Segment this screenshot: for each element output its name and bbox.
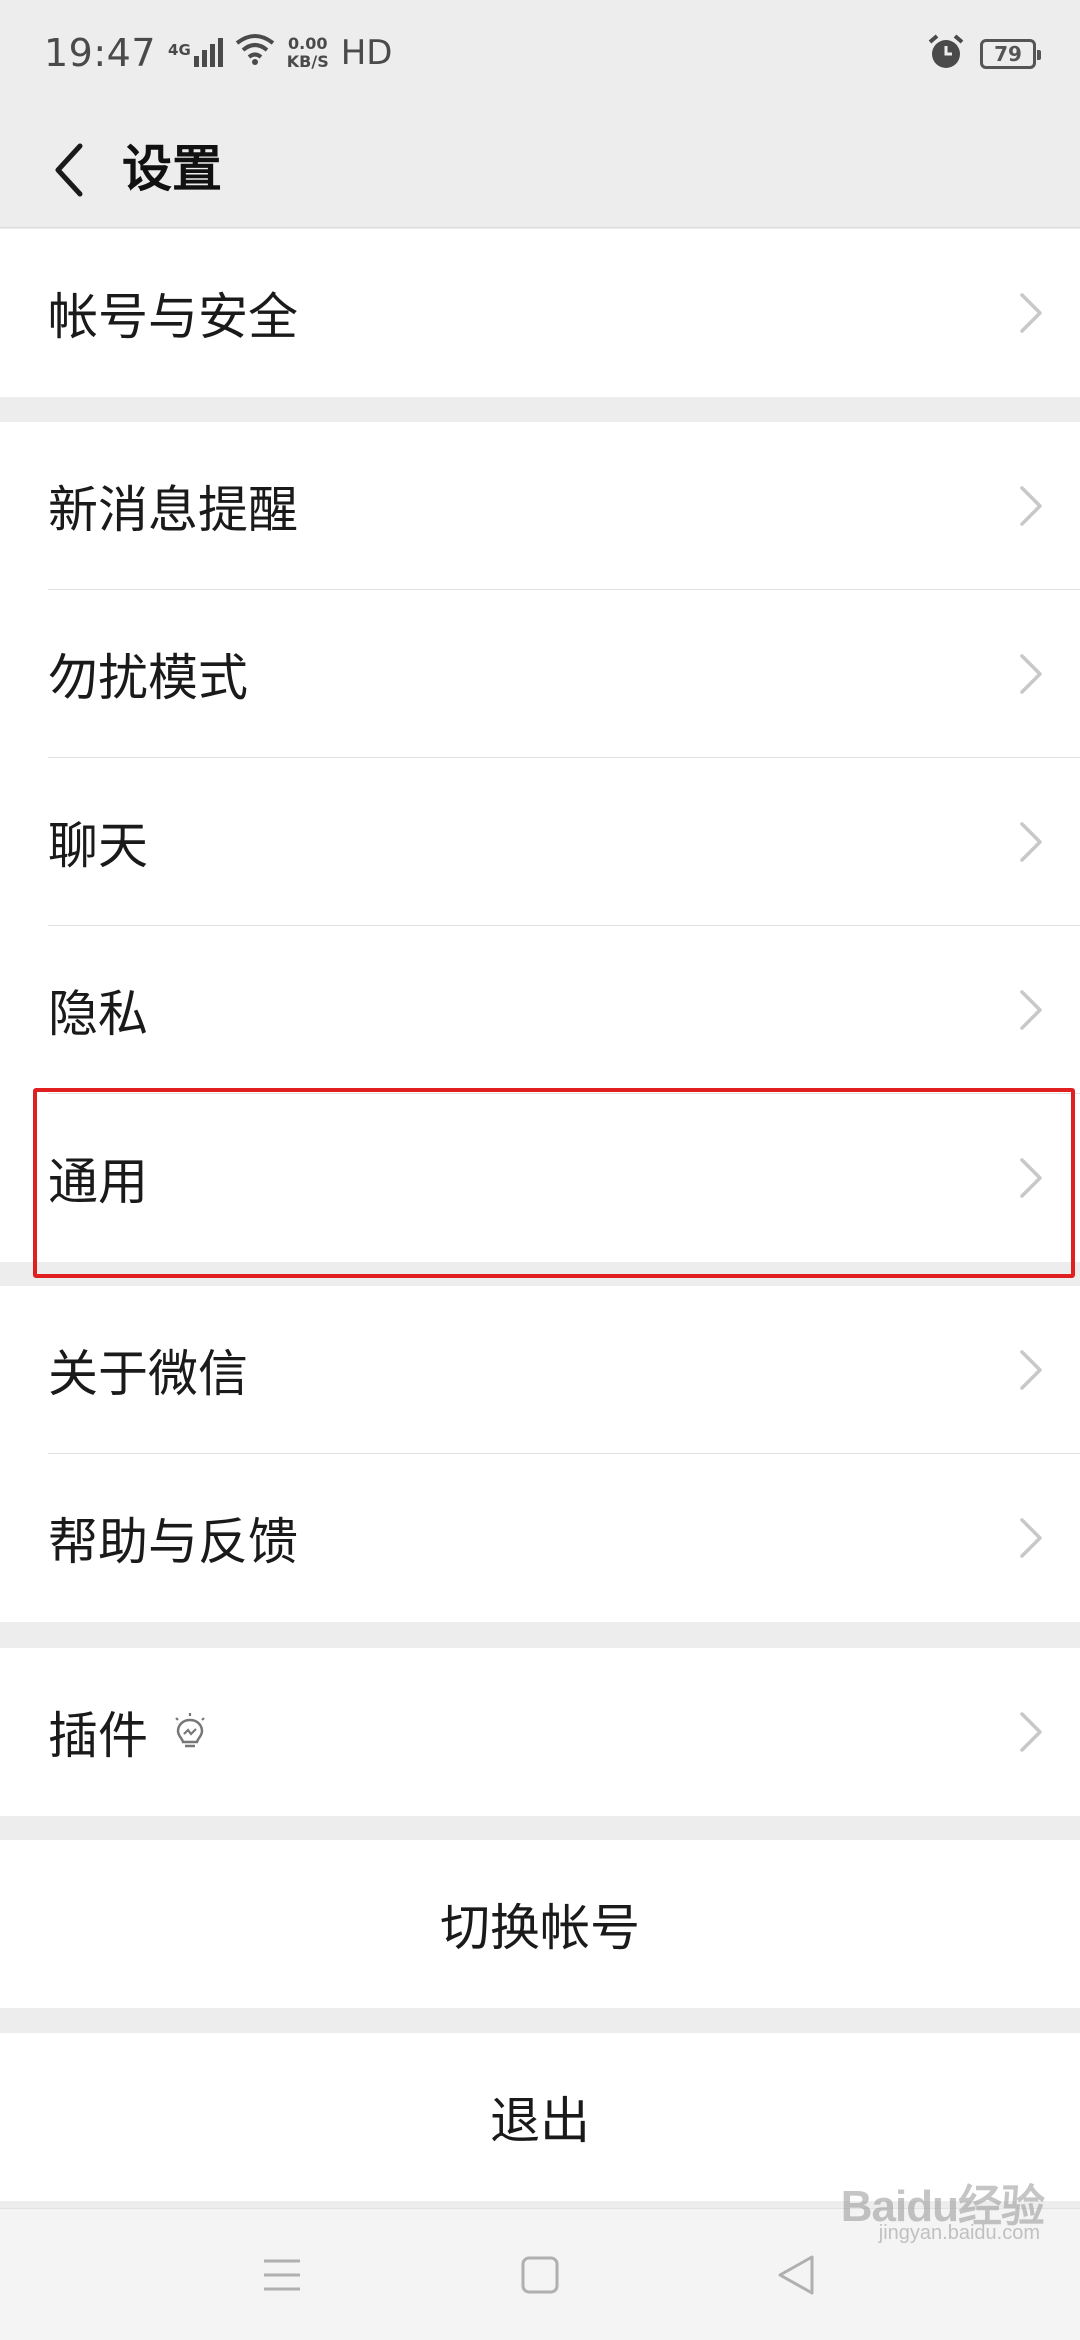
settings-item-label: 勿扰模式: [48, 649, 248, 707]
settings-item-label: 新消息提醒: [48, 481, 298, 539]
speed-unit: KB/S: [286, 52, 329, 71]
status-time: 19:47: [44, 31, 157, 75]
chevron-right-icon: [1020, 822, 1042, 862]
page-title: 设置: [122, 140, 222, 198]
back-triangle-icon: [778, 2255, 814, 2295]
settings-item-label: 帐号与安全: [48, 288, 298, 346]
switch-account-group: 切换帐号: [0, 1840, 1080, 2008]
chevron-right-icon: [1020, 1712, 1042, 1752]
settings-item-label: 聊天: [48, 817, 148, 875]
settings-item-new-message-alert[interactable]: 新消息提醒: [0, 422, 1080, 590]
menu-button[interactable]: [246, 2239, 318, 2311]
settings-item-label: 隐私: [48, 985, 148, 1043]
battery-icon: 79: [980, 39, 1041, 69]
settings-item-label: 关于微信: [48, 1345, 248, 1403]
lightbulb-icon: [175, 1713, 205, 1748]
settings-item-about-wechat[interactable]: 关于微信: [0, 1286, 1080, 1454]
back-nav-button[interactable]: [760, 2239, 832, 2311]
wifi-icon: [235, 33, 275, 74]
signal-icon: 4G: [168, 38, 223, 68]
chevron-right-icon: [1020, 990, 1042, 1030]
hd-badge: HD: [340, 33, 393, 73]
status-bar: 19:47 4G 0.00 KB/S HD 79: [0, 0, 1080, 110]
settings-item-privacy[interactable]: 隐私: [0, 926, 1080, 1094]
speed-value: 0.00: [288, 34, 328, 53]
baidu-watermark-url: jingyan.baidu.com: [878, 2222, 1040, 2244]
chevron-right-icon: [1020, 293, 1042, 333]
chevron-right-icon: [1020, 654, 1042, 694]
settings-item-label: 帮助与反馈: [48, 1513, 298, 1571]
settings-item-label: 插件: [48, 1707, 148, 1765]
chevron-right-icon: [1020, 1518, 1042, 1558]
settings-item-plugins[interactable]: 插件: [0, 1648, 1080, 1816]
highlight-box: [33, 1088, 1075, 1278]
network-speed: 0.00 KB/S: [287, 35, 329, 71]
plugins-group: 插件: [0, 1648, 1080, 1816]
menu-icon: [264, 2259, 300, 2291]
settings-item-chat[interactable]: 聊天: [0, 758, 1080, 926]
settings-item-do-not-disturb[interactable]: 勿扰模式: [0, 590, 1080, 758]
back-button[interactable]: [30, 130, 110, 210]
battery-level: 79: [994, 42, 1022, 66]
chevron-right-icon: [1020, 486, 1042, 526]
settings-item-account-security[interactable]: 帐号与安全: [0, 229, 1080, 397]
network-type: 4G: [168, 41, 191, 59]
about-group: 关于微信 帮助与反馈: [0, 1286, 1080, 1622]
alarm-icon: [926, 32, 966, 76]
settings-item-help-feedback[interactable]: 帮助与反馈: [0, 1454, 1080, 1622]
chevron-right-icon: [1020, 1350, 1042, 1390]
account-group: 帐号与安全: [0, 229, 1080, 397]
home-square-icon: [521, 2256, 559, 2294]
navigation-bar: 设置: [0, 110, 1080, 228]
chevron-left-icon: [55, 143, 83, 197]
switch-account-button[interactable]: 切换帐号: [0, 1840, 1080, 2008]
home-button[interactable]: [504, 2239, 576, 2311]
